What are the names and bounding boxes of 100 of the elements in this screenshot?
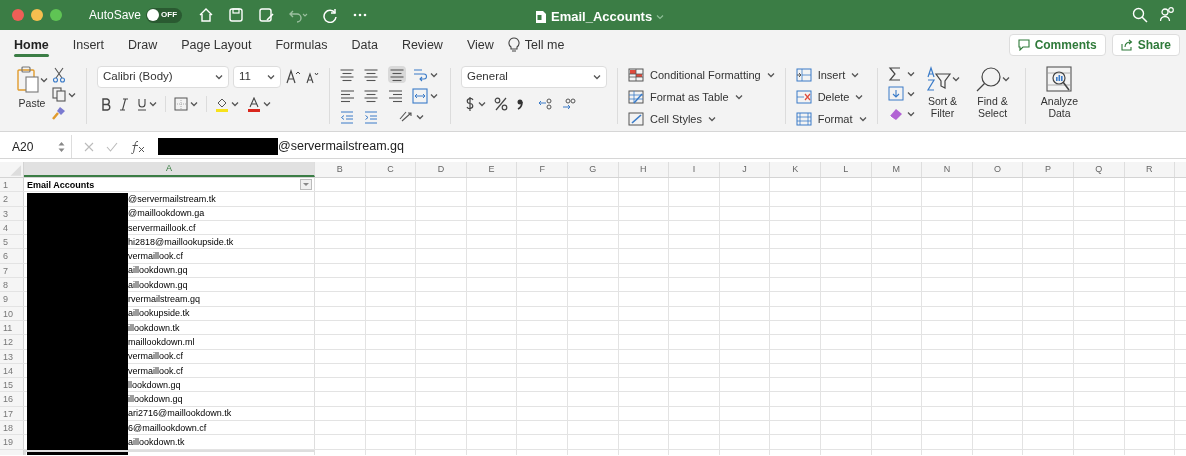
window-control-icon[interactable]: [12, 9, 24, 21]
row-number[interactable]: 15: [0, 378, 24, 392]
people-icon[interactable]: [1160, 7, 1174, 23]
column-header[interactable]: C: [365, 162, 417, 177]
formula-text: @servermailstream.gq: [278, 138, 404, 156]
enter-icon[interactable]: [106, 141, 118, 152]
decrease-font-icon[interactable]: [305, 70, 319, 84]
window-control-icon[interactable]: [50, 9, 62, 21]
redo-icon[interactable]: [322, 7, 339, 23]
save-icon[interactable]: [228, 7, 245, 23]
format-as-table-icon: [628, 90, 644, 104]
align-center-icon[interactable]: [364, 89, 378, 103]
find-select-button[interactable]: Find & Select: [970, 66, 1015, 119]
column-header[interactable]: H: [618, 162, 670, 177]
row-number[interactable]: 16: [0, 392, 24, 406]
column-header[interactable]: I: [669, 162, 720, 177]
row-number[interactable]: 19: [0, 435, 24, 449]
paste-button[interactable]: Paste: [16, 66, 48, 112]
row-number[interactable]: 1: [0, 178, 24, 192]
home-icon[interactable]: [198, 7, 215, 23]
comments-button[interactable]: Comments: [1008, 34, 1106, 56]
row-number[interactable]: 6: [0, 249, 24, 263]
share-button[interactable]: Share: [1111, 34, 1180, 56]
ribbon-tab[interactable]: View: [466, 30, 494, 60]
increase-font-icon[interactable]: [285, 69, 301, 85]
window-control-icon[interactable]: [31, 9, 43, 21]
cells-menu-button[interactable]: Insert: [795, 66, 867, 84]
align-bottom-button[interactable]: [388, 66, 406, 83]
percent-icon[interactable]: [494, 97, 508, 111]
column-header[interactable]: O: [972, 162, 1024, 177]
decrease-indent-icon[interactable]: [340, 110, 354, 124]
column-header[interactable]: M: [871, 162, 923, 177]
fill-color-icon[interactable]: [215, 96, 229, 112]
font-color-icon[interactable]: [247, 96, 261, 112]
font-size-dropdown[interactable]: 11: [233, 66, 281, 88]
font-name-dropdown[interactable]: Calibri (Body): [97, 66, 229, 88]
row-number[interactable]: 9: [0, 292, 24, 306]
name-box[interactable]: A20: [0, 135, 72, 158]
row-number[interactable]: 5: [0, 235, 24, 249]
align-left-icon[interactable]: [340, 89, 354, 103]
tell-me-field[interactable]: Tell me: [524, 35, 565, 55]
copy-icon[interactable]: [52, 87, 66, 102]
row-number[interactable]: 12: [0, 335, 24, 349]
scissors-icon[interactable]: [52, 67, 66, 83]
styles-menu-button[interactable]: Cell Styles: [628, 110, 775, 128]
bold-icon[interactable]: [101, 97, 111, 111]
column-header[interactable]: D: [416, 162, 467, 177]
ribbon-tab[interactable]: Insert: [72, 30, 104, 60]
comma-style-icon[interactable]: [516, 97, 524, 111]
fill-icon[interactable]: [887, 86, 904, 101]
function-icon[interactable]: [130, 139, 146, 154]
decrease-decimal-icon[interactable]: [562, 97, 578, 111]
column-header[interactable]: A: [24, 162, 315, 177]
cells-menu-button[interactable]: Delete: [795, 88, 867, 106]
column-header[interactable]: G: [567, 162, 619, 177]
column-header[interactable]: J: [719, 162, 771, 177]
format-painter-icon[interactable]: [52, 106, 66, 120]
sort-filter-button[interactable]: Sort & Filter: [922, 66, 963, 119]
formula-input[interactable]: @servermailstream.gq: [158, 135, 1186, 158]
ribbon-tab[interactable]: Review: [401, 30, 443, 60]
ribbon-tab[interactable]: Draw: [128, 30, 158, 60]
wrap-text-icon[interactable]: [412, 66, 428, 83]
column-header[interactable]: R: [1124, 162, 1176, 177]
italic-icon[interactable]: [119, 97, 129, 111]
cancel-icon[interactable]: [84, 141, 94, 152]
column-header[interactable]: K: [770, 162, 821, 177]
column-header[interactable]: B: [315, 162, 366, 177]
currency-icon[interactable]: [465, 96, 475, 112]
underline-icon[interactable]: [137, 97, 147, 111]
borders-icon[interactable]: [174, 97, 188, 111]
column-header[interactable]: L: [820, 162, 872, 177]
row-number[interactable]: 2: [0, 192, 24, 206]
analyze-data-button[interactable]: Analyze Data: [1035, 66, 1084, 119]
column-header[interactable]: Q: [1073, 162, 1125, 177]
increase-indent-icon[interactable]: [364, 110, 378, 124]
ribbon-tab[interactable]: Data: [351, 30, 378, 60]
number-format-dropdown[interactable]: General: [461, 66, 607, 88]
align-right-icon[interactable]: [388, 89, 402, 103]
align-middle-icon[interactable]: [364, 67, 378, 82]
row-number[interactable]: 18: [0, 421, 24, 435]
ribbon-tab[interactable]: Formulas: [275, 30, 328, 60]
search-icon[interactable]: [1132, 7, 1148, 23]
save-as-icon[interactable]: [258, 7, 275, 23]
column-header[interactable]: P: [1023, 162, 1074, 177]
ribbon-tab[interactable]: Home: [14, 30, 49, 60]
ribbon-tab[interactable]: Page Layout: [181, 30, 252, 60]
table-cell-text: illookdown.gq: [128, 393, 183, 407]
cells-menu-button[interactable]: Format: [795, 110, 867, 128]
row-number[interactable]: 8: [0, 278, 24, 292]
styles-menu-button[interactable]: Format as Table: [628, 88, 775, 106]
column-header[interactable]: F: [517, 162, 568, 177]
styles-menu-button[interactable]: Conditional Formatting: [628, 66, 775, 84]
column-header[interactable]: N: [922, 162, 973, 177]
increase-decimal-icon[interactable]: [538, 97, 554, 111]
align-top-icon[interactable]: [340, 67, 354, 82]
autosave-toggle[interactable]: OFF: [146, 7, 183, 23]
merge-icon[interactable]: [412, 88, 428, 104]
filter-dropdown-icon[interactable]: [300, 179, 312, 191]
column-header[interactable]: E: [466, 162, 518, 177]
eraser-icon[interactable]: [887, 106, 904, 121]
